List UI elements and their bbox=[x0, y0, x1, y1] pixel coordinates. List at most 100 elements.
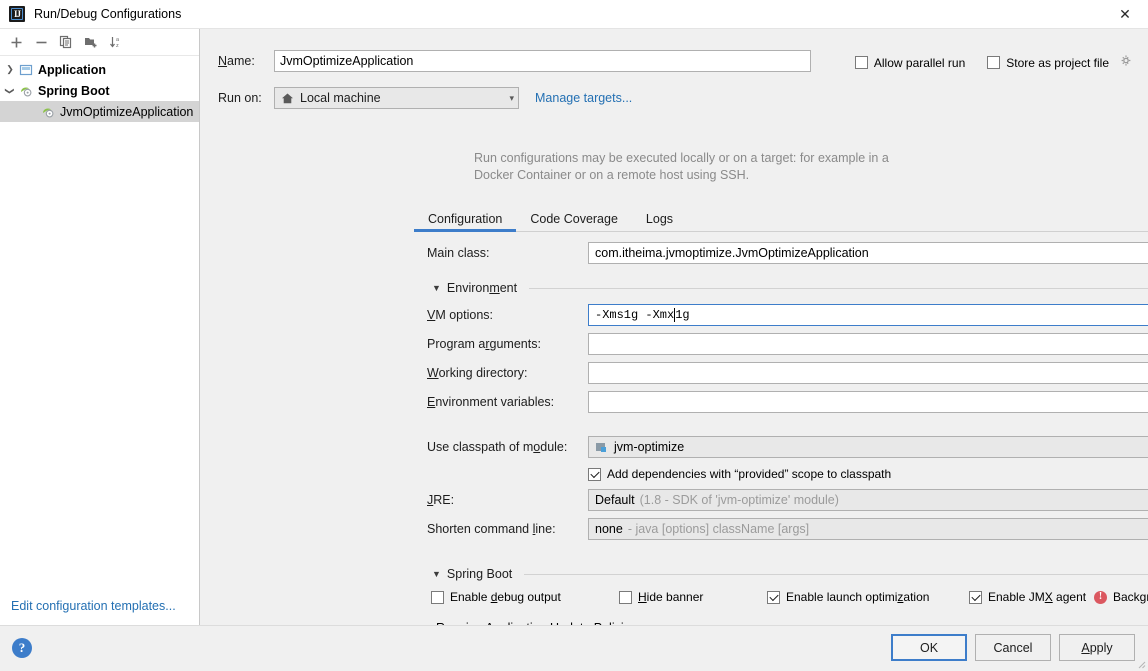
run-on-label: Run on: bbox=[218, 91, 262, 105]
shorten-command-line-hint: - java [options] className [args] bbox=[627, 522, 810, 536]
name-label: Name: bbox=[218, 54, 255, 68]
enable-debug-output-label: Enable debug output bbox=[450, 590, 561, 604]
remove-configuration-button[interactable] bbox=[30, 32, 52, 53]
hide-banner-checkbox[interactable]: Hide banner bbox=[619, 590, 767, 604]
working-directory-input[interactable] bbox=[588, 362, 1148, 384]
spring-boot-icon bbox=[18, 83, 34, 99]
intellij-idea-icon: IJ bbox=[9, 6, 25, 22]
vm-options-value-after-caret: 1g bbox=[675, 308, 690, 322]
checkbox-box bbox=[987, 56, 1001, 69]
jre-row: JRE: Default (1.8 - SDK of 'jvm-optimize… bbox=[427, 489, 1148, 511]
error-icon: ! bbox=[1094, 590, 1107, 604]
name-input[interactable]: JvmOptimizeApplication bbox=[274, 50, 811, 72]
working-directory-label: Working directory: bbox=[427, 366, 528, 380]
enable-launch-optimization-label: Enable launch optimization bbox=[786, 590, 930, 604]
shorten-command-line-combobox[interactable]: none - java [options] className [args] ▾ bbox=[588, 518, 1148, 540]
environment-section-title: Environment bbox=[446, 281, 518, 295]
environment-variables-input[interactable] bbox=[588, 391, 1148, 413]
module-value: jvm-optimize bbox=[614, 440, 685, 454]
background-compilation-warning: ! Background compilation enabled bbox=[1094, 590, 1148, 604]
resize-grip[interactable] bbox=[1134, 657, 1146, 669]
top-options: Allow parallel run Store as project file bbox=[854, 54, 1133, 71]
ok-button[interactable]: OK bbox=[891, 634, 967, 661]
tab-configuration[interactable]: Configuration bbox=[414, 212, 517, 232]
tree-item-jvmoptimizeapplication[interactable]: JvmOptimizeApplication bbox=[0, 101, 199, 122]
run-on-value: Local machine bbox=[300, 91, 381, 105]
store-as-project-file-checkbox[interactable]: Store as project file bbox=[987, 54, 1133, 71]
new-folder-button[interactable] bbox=[80, 32, 102, 53]
sort-configurations-button[interactable]: a z bbox=[105, 32, 127, 53]
configurations-sidebar: a z ❯ Application ❯ Spring Boot JvmOptim… bbox=[0, 29, 200, 625]
close-icon[interactable]: ✕ bbox=[1102, 0, 1148, 29]
enable-jmx-agent-checkbox[interactable]: Enable JMX agent bbox=[969, 590, 1094, 604]
program-arguments-label: Program arguments: bbox=[427, 337, 541, 351]
use-classpath-of-module-row: Use classpath of module: jvm-optimize ▾ bbox=[427, 436, 1148, 458]
enable-launch-optimization-checkbox[interactable]: Enable launch optimization bbox=[767, 590, 969, 604]
run-on-row: Run on: Local machine ▾ Manage targets..… bbox=[218, 87, 632, 109]
apply-button[interactable]: Apply bbox=[1059, 634, 1135, 661]
enable-jmx-agent-label: Enable JMX agent bbox=[988, 590, 1087, 604]
section-divider bbox=[524, 573, 1148, 575]
configuration-tab-content: Main class: com.itheima.jvmoptimize.JvmO… bbox=[414, 233, 1148, 653]
add-provided-scope-checkbox[interactable]: Add dependencies with “provided” scope t… bbox=[588, 467, 891, 481]
run-debug-configurations-dialog: IJ Run/Debug Configurations ✕ a z ❯ Appl… bbox=[0, 0, 1148, 671]
store-as-project-file-label: Store as project file bbox=[1006, 55, 1109, 70]
copy-configuration-button[interactable] bbox=[55, 32, 77, 53]
tree-item-label: JvmOptimizeApplication bbox=[60, 104, 194, 119]
tree-item-application[interactable]: ❯ Application bbox=[0, 59, 199, 80]
chevron-down-icon[interactable]: ❯ bbox=[2, 83, 18, 99]
shorten-command-line-label: Shorten command line: bbox=[427, 522, 556, 536]
working-directory-row: Working directory: bbox=[427, 362, 1148, 384]
checkbox-box bbox=[854, 56, 868, 69]
help-button[interactable]: ? bbox=[12, 638, 32, 658]
allow-parallel-run-label: Allow parallel run bbox=[873, 55, 966, 70]
main-class-label: Main class: bbox=[427, 246, 490, 260]
cancel-button[interactable]: Cancel bbox=[975, 634, 1051, 661]
jre-combobox[interactable]: Default (1.8 - SDK of 'jvm-optimize' mod… bbox=[588, 489, 1148, 511]
jre-value: Default bbox=[595, 493, 635, 507]
spring-boot-section-title: Spring Boot bbox=[446, 567, 513, 581]
tab-code-coverage[interactable]: Code Coverage bbox=[516, 212, 632, 231]
editor-tabs: Configuration Code Coverage Logs bbox=[414, 206, 1148, 232]
triangle-down-icon[interactable]: ▼ bbox=[432, 569, 441, 579]
home-icon bbox=[281, 92, 294, 105]
shorten-command-line-row: Shorten command line: none - java [optio… bbox=[427, 518, 1148, 540]
enable-debug-output-checkbox[interactable]: Enable debug output bbox=[431, 590, 619, 604]
run-on-combobox[interactable]: Local machine ▾ bbox=[274, 87, 519, 109]
program-arguments-row: Program arguments: bbox=[427, 333, 1148, 355]
use-classpath-of-module-label: Use classpath of module: bbox=[427, 440, 568, 454]
vm-options-label: VM options: bbox=[427, 308, 494, 322]
configuration-editor-panel: Name: JvmOptimizeApplication Allow paral… bbox=[201, 29, 1148, 653]
tab-logs[interactable]: Logs bbox=[632, 212, 687, 231]
edit-configuration-templates-link[interactable]: Edit configuration templates... bbox=[11, 599, 176, 613]
configurations-tree: ❯ Application ❯ Spring Boot JvmOptimizeA… bbox=[0, 56, 199, 122]
vm-options-input[interactable]: -Xms1g -Xmx1g + bbox=[588, 304, 1148, 326]
application-icon bbox=[18, 62, 34, 78]
program-arguments-input[interactable] bbox=[588, 333, 1148, 355]
module-combobox[interactable]: jvm-optimize ▾ bbox=[588, 436, 1148, 458]
sidebar-toolbar: a z bbox=[0, 29, 199, 56]
gear-icon[interactable] bbox=[1119, 54, 1133, 71]
checkbox-box bbox=[969, 590, 982, 604]
hide-banner-label: Hide banner bbox=[638, 590, 704, 604]
checkbox-box bbox=[588, 467, 601, 481]
vm-options-row: VM options: -Xms1g -Xmx1g + bbox=[427, 304, 1148, 326]
run-on-description: Run configurations may be executed local… bbox=[474, 151, 889, 182]
add-configuration-button[interactable] bbox=[5, 32, 27, 53]
tree-item-spring-boot[interactable]: ❯ Spring Boot bbox=[0, 80, 199, 101]
svg-text:z: z bbox=[116, 43, 119, 49]
triangle-down-icon[interactable]: ▼ bbox=[432, 283, 441, 293]
spring-boot-icon bbox=[40, 104, 56, 120]
environment-section-header[interactable]: ▼ Environment bbox=[432, 281, 1148, 295]
chevron-right-icon[interactable]: ❯ bbox=[2, 62, 18, 78]
main-class-input[interactable]: com.itheima.jvmoptimize.JvmOptimizeAppli… bbox=[588, 242, 1148, 264]
chevron-down-icon[interactable]: ▾ bbox=[501, 93, 514, 104]
allow-parallel-run-checkbox[interactable]: Allow parallel run bbox=[854, 55, 966, 70]
spring-boot-section-header[interactable]: ▼ Spring Boot bbox=[432, 567, 1148, 581]
manage-targets-link[interactable]: Manage targets... bbox=[535, 91, 632, 105]
jre-value-hint: (1.8 - SDK of 'jvm-optimize' module) bbox=[639, 493, 839, 507]
checkbox-box bbox=[767, 590, 780, 604]
section-divider bbox=[529, 287, 1148, 289]
vm-options-value-before-caret: -Xms1g -Xmx bbox=[595, 308, 675, 322]
environment-variables-row: Environment variables: bbox=[427, 391, 1148, 413]
